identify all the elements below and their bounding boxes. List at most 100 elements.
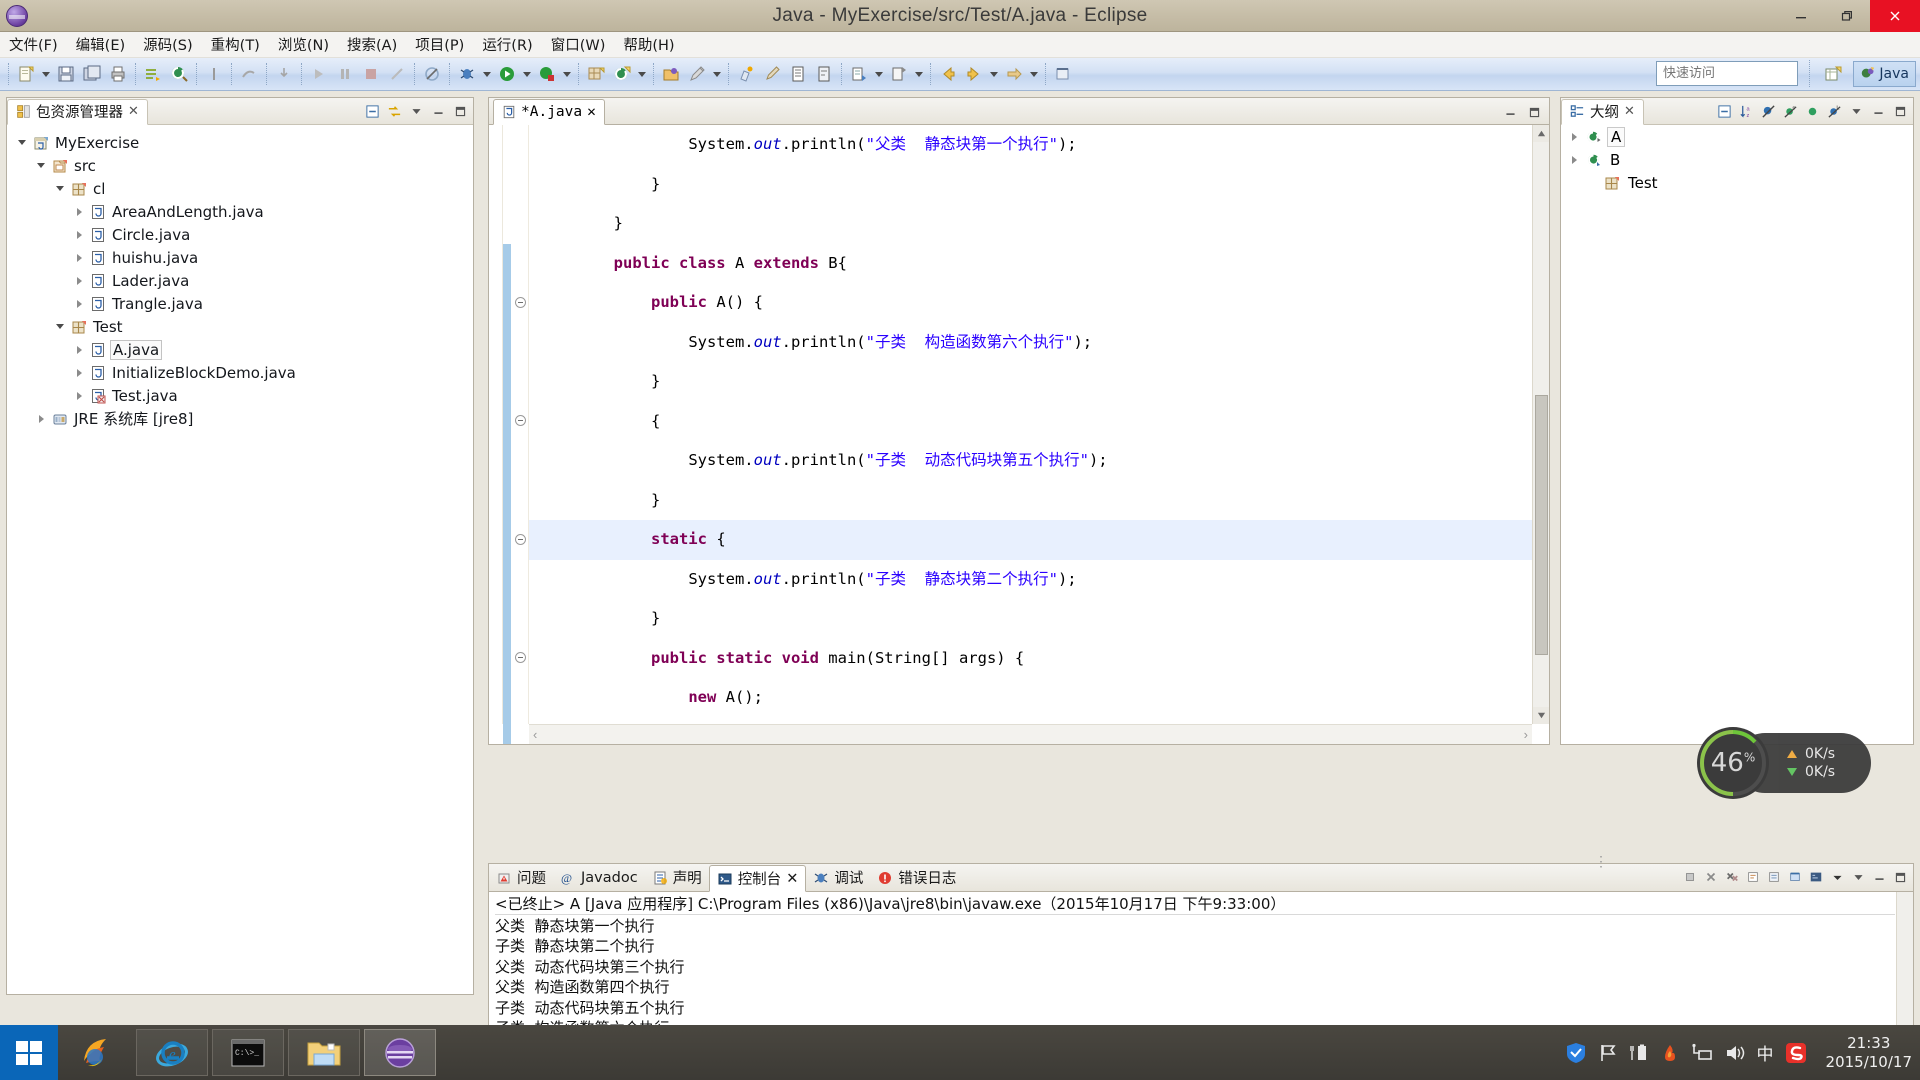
- save-all-icon[interactable]: [79, 61, 105, 87]
- menu-project[interactable]: 项目(P): [406, 31, 473, 58]
- tree-twisty-collapsed[interactable]: [72, 297, 86, 311]
- minimize-icon[interactable]: [429, 102, 447, 120]
- next-edit-icon[interactable]: [846, 61, 872, 87]
- tray-battery-icon[interactable]: [1629, 1043, 1649, 1063]
- tree-item[interactable]: Trangle.java: [7, 292, 473, 315]
- debug-dropdown-icon[interactable]: [480, 61, 494, 87]
- code-line[interactable]: public static void main(String[] args) {: [529, 639, 1532, 679]
- collapse-all-icon[interactable]: [1715, 102, 1733, 120]
- console-tab-3[interactable]: 声明: [645, 864, 709, 891]
- code-line[interactable]: public A() {: [529, 283, 1532, 323]
- tree-item[interactable]: Test: [7, 315, 473, 338]
- tree-item[interactable]: huishu.java: [7, 246, 473, 269]
- tree-item[interactable]: Lader.java: [7, 269, 473, 292]
- tab-package-explorer[interactable]: 包资源管理器 ✕: [7, 98, 148, 125]
- run-external-tools-icon[interactable]: [534, 61, 560, 87]
- minimize-icon[interactable]: [1501, 103, 1519, 121]
- menu-search[interactable]: 搜索(A): [338, 31, 406, 58]
- console-tab-4[interactable]: 控制台 ✕: [708, 865, 807, 892]
- new-class-dropdown-icon[interactable]: [635, 61, 649, 87]
- close-button[interactable]: [1870, 0, 1920, 32]
- tree-twisty-collapsed[interactable]: [1567, 130, 1581, 144]
- tree-item[interactable]: src: [7, 154, 473, 177]
- clear-console-icon[interactable]: [1744, 868, 1762, 886]
- tray-sogou-icon[interactable]: [1785, 1042, 1807, 1064]
- tree-twisty-collapsed[interactable]: [72, 274, 86, 288]
- code-line[interactable]: System.out.println("父类 静态块第一个执行");: [529, 125, 1532, 165]
- run-icon[interactable]: [494, 61, 520, 87]
- tray-ime-chinese-icon[interactable]: 中: [1757, 1040, 1774, 1065]
- code-line[interactable]: System.out.println("子类 动态代码块第五个执行");: [529, 441, 1532, 481]
- back-icon[interactable]: [935, 61, 961, 87]
- forward-nav-dropdown-icon[interactable]: [1027, 61, 1041, 87]
- tree-twisty-collapsed[interactable]: [72, 389, 86, 403]
- skip-all-breakpoints-icon[interactable]: [419, 61, 445, 87]
- tab-outline[interactable]: 大纲 ✕: [1561, 98, 1644, 125]
- hide-local-types-icon[interactable]: L: [1825, 102, 1843, 120]
- tree-item[interactable]: cl: [7, 177, 473, 200]
- outline-item[interactable]: B: [1561, 148, 1913, 171]
- outline-tree[interactable]: A B Test: [1561, 125, 1913, 744]
- outline-item[interactable]: Test: [1561, 171, 1913, 194]
- maximize-icon[interactable]: [451, 102, 469, 120]
- tree-item[interactable]: JRE 系统库 [jre8]: [7, 407, 473, 430]
- menu-window[interactable]: 窗口(W): [542, 31, 615, 58]
- hide-public-icon[interactable]: [1803, 102, 1821, 120]
- forward-dropdown-icon[interactable]: [987, 61, 1001, 87]
- scroll-right-icon[interactable]: ›: [1524, 727, 1528, 742]
- outline-item[interactable]: A: [1561, 125, 1913, 148]
- last-edit-location-icon[interactable]: [759, 61, 785, 87]
- taskbar-explorer-icon[interactable]: [288, 1029, 360, 1076]
- open-perspective-icon[interactable]: [1820, 61, 1846, 87]
- open-task-icon[interactable]: [658, 61, 684, 87]
- toggle-breakpoint-icon[interactable]: [201, 61, 227, 87]
- close-icon[interactable]: ✕: [1624, 104, 1635, 119]
- annotation-ruler[interactable]: [489, 125, 503, 724]
- tree-twisty-expanded[interactable]: [34, 159, 48, 173]
- previous-edit-dropdown-icon[interactable]: [912, 61, 926, 87]
- new-java-element-icon[interactable]: [140, 61, 166, 87]
- source-code[interactable]: System.out.println("父类 静态块第一个执行"); } } p…: [529, 125, 1532, 724]
- fold-collapse-icon[interactable]: [515, 652, 526, 664]
- remove-all-launches-icon[interactable]: [1723, 868, 1741, 886]
- menu-edit[interactable]: 编辑(E): [67, 31, 134, 58]
- close-icon[interactable]: ✕: [128, 104, 139, 119]
- minimize-icon[interactable]: [1870, 868, 1888, 886]
- sash-handle[interactable]: ⋮: [1594, 853, 1610, 870]
- menu-source[interactable]: 源码(S): [134, 31, 202, 58]
- tree-item[interactable]: AreaAndLength.java: [7, 200, 473, 223]
- tree-item[interactable]: Circle.java: [7, 223, 473, 246]
- new-wizard-icon[interactable]: [13, 61, 39, 87]
- forward-nav-icon[interactable]: [1001, 61, 1027, 87]
- menu-file[interactable]: 文件(F): [0, 31, 67, 58]
- tree-twisty-collapsed[interactable]: [72, 251, 86, 265]
- pin-editor-icon[interactable]: [1050, 61, 1076, 87]
- code-line[interactable]: {: [529, 402, 1532, 442]
- tree-item[interactable]: InitializeBlockDemo.java: [7, 361, 473, 384]
- perspective-java-button[interactable]: Java: [1853, 61, 1916, 87]
- open-console-dropdown-icon[interactable]: [1828, 868, 1846, 886]
- tree-twisty-collapsed[interactable]: [1567, 153, 1581, 167]
- code-area[interactable]: System.out.println("父类 静态块第一个执行"); } } p…: [489, 125, 1549, 744]
- quick-access-input[interactable]: [1656, 61, 1798, 86]
- taskbar-eclipse-icon[interactable]: [364, 1029, 436, 1076]
- tree-twisty-expanded[interactable]: [53, 182, 67, 196]
- tab-a-java[interactable]: *A.java ✕: [493, 99, 605, 125]
- menu-navigate[interactable]: 浏览(N): [269, 31, 338, 58]
- collapse-all-icon[interactable]: [363, 102, 381, 120]
- tray-volume-icon[interactable]: [1724, 1043, 1746, 1063]
- scroll-left-icon[interactable]: ‹: [533, 727, 537, 742]
- tree-twisty-collapsed[interactable]: [72, 343, 86, 357]
- start-button[interactable]: [0, 1025, 58, 1080]
- display-selected-console-icon[interactable]: [1807, 868, 1825, 886]
- code-line[interactable]: }: [529, 165, 1532, 205]
- print-icon[interactable]: [105, 61, 131, 87]
- console-tab-1[interactable]: 问题: [489, 864, 553, 891]
- view-menu-icon[interactable]: [1847, 102, 1865, 120]
- remove-launch-icon[interactable]: [1702, 868, 1720, 886]
- code-line[interactable]: System.out.println("子类 构造函数第六个执行");: [529, 323, 1532, 363]
- code-line[interactable]: }: [529, 362, 1532, 402]
- menu-refactor[interactable]: 重构(T): [202, 31, 269, 58]
- editor-horizontal-scrollbar[interactable]: ‹ ›: [529, 724, 1532, 744]
- code-line[interactable]: }: [529, 481, 1532, 521]
